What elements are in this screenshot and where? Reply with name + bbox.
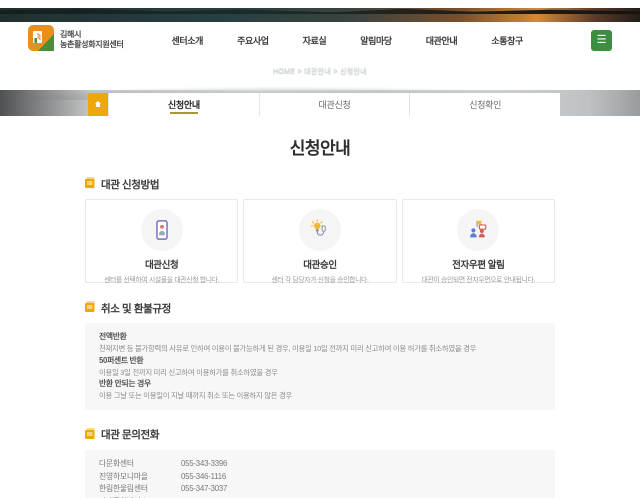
section-heading-label: 대관 문의전화 xyxy=(101,427,159,442)
card-rental-approval: 대관승인 센터 각 담당자가 신청을 승인합니다. xyxy=(243,199,396,283)
site-logo[interactable]: 김해시 농촌활성화지원센터 xyxy=(28,25,124,56)
home-tab-button[interactable] xyxy=(88,93,108,116)
document-icon xyxy=(85,426,96,444)
phone-row: 진영하모니마을 055-346-1116 xyxy=(99,471,541,484)
rule-desc: 이용일 3일 전까지 미리 신고하여 이용허가를 취소하였을 경우 xyxy=(99,367,541,378)
tab-application-check[interactable]: 신청확인 xyxy=(409,93,560,116)
bulb-plug-icon xyxy=(299,209,341,251)
section-heading: 취소 및 환불규정 xyxy=(85,299,555,317)
card-desc: 센터를 선택하여 시설물을 대관신청 합니다. xyxy=(92,274,231,284)
center-name: 다문화센터 xyxy=(99,458,181,471)
phone-number: 055-343-3396 xyxy=(181,458,227,471)
sub-tabbar: 신청안내 대관신청 신청확인 xyxy=(88,93,560,116)
section-refund-rules: 취소 및 환불규정 전액반환 천재지변 등 불가항력의 사유로 인하여 이용이 … xyxy=(85,299,555,410)
section-heading-label: 취소 및 환불규정 xyxy=(101,301,171,316)
breadcrumb: HOME > 대관안내 > 신청안내 xyxy=(0,66,640,76)
document-icon xyxy=(85,299,96,317)
hamburger-menu-button[interactable]: ☰ xyxy=(591,30,612,51)
section-heading-label: 대관 신청방법 xyxy=(101,177,159,192)
center-name: 한림한울림센터 xyxy=(99,483,181,496)
card-title: 대관신청 xyxy=(92,257,231,271)
top-banner-image-sliver xyxy=(0,8,640,22)
card-rental-application: 대관신청 센터를 선택하여 시설물을 대관신청 합니다. xyxy=(85,199,238,283)
section-heading: 대관 문의전화 xyxy=(85,426,555,444)
nav-item-center-intro[interactable]: 센터소개 xyxy=(172,34,204,47)
site-logo-text: 김해시 농촌활성화지원센터 xyxy=(60,30,124,50)
card-title: 전자우편 알림 xyxy=(409,257,548,271)
card-desc: 센터 각 담당자가 신청을 승인합니다. xyxy=(250,274,389,284)
card-title: 대관승인 xyxy=(250,257,389,271)
section-heading: 대관 신청방법 xyxy=(85,175,555,193)
nav-item-main-business[interactable]: 주요사업 xyxy=(237,34,269,47)
phone-number: 055-347-3037 xyxy=(181,483,227,496)
section-contact-phones: 대관 문의전화 다문화센터 055-343-3396 진영하모니마을 055-3… xyxy=(85,426,555,498)
rule-desc: 이용 그날 또는 이용일이 지날 때까지 취소 또는 이용하지 않은 경우 xyxy=(99,390,541,401)
page: 김해시 농촌활성화지원센터 센터소개 주요사업 자료실 알림마당 대관안내 소통… xyxy=(0,0,640,498)
rule-title: 전액반환 xyxy=(99,331,541,343)
nav-item-rental[interactable]: 대관안내 xyxy=(426,34,458,47)
people-flag-icon xyxy=(457,209,499,251)
page-title: 신청안내 xyxy=(85,134,555,159)
hero-banner: 대관안내 HOME > 대관안내 > 신청안내 신청안내 대관신청 신청확인 xyxy=(0,58,640,116)
nav-item-notices[interactable]: 알림마당 xyxy=(360,34,392,47)
card-email-notification: 전자우편 알림 대관이 승인되면 전자우편으로 안내됩니다. xyxy=(402,199,555,283)
method-cards: 대관신청 센터를 선택하여 시설물을 대관신청 합니다. 대관승인 xyxy=(85,199,555,283)
refund-rules-box: 전액반환 천재지변 등 불가항력의 사유로 인하여 이용이 불가능하게 된 경우… xyxy=(85,323,555,410)
mountain-silhouette xyxy=(0,8,640,14)
phone-number: 055-346-1116 xyxy=(181,471,226,484)
phone-row: 한림한울림센터 055-347-3037 xyxy=(99,483,541,496)
center-name: 진영하모니마을 xyxy=(99,471,181,484)
nav-item-resources[interactable]: 자료실 xyxy=(303,34,327,47)
rule-title: 반환 안되는 경우 xyxy=(99,378,541,390)
document-icon xyxy=(85,175,96,193)
site-header: 김해시 농촌활성화지원센터 센터소개 주요사업 자료실 알림마당 대관안내 소통… xyxy=(0,22,640,58)
house-logo-icon xyxy=(28,25,54,56)
main-nav: 센터소개 주요사업 자료실 알림마당 대관안내 소통창구 xyxy=(172,34,523,47)
rule-title: 50퍼센트 반환 xyxy=(99,355,541,367)
section-rental-method: 대관 신청방법 대관신청 센터를 선택하여 시설물을 대관신청 합니다. xyxy=(85,175,555,283)
contact-phones-box: 다문화센터 055-343-3396 진영하모니마을 055-346-1116 … xyxy=(85,450,555,498)
rule-desc: 천재지변 등 불가항력의 사유로 인하여 이용이 불가능하게 된 경우, 이용일… xyxy=(99,343,541,354)
tab-application-guide[interactable]: 신청안내 xyxy=(108,93,259,116)
nav-item-communication[interactable]: 소통창구 xyxy=(491,34,523,47)
main-content: 신청안내 대관 신청방법 xyxy=(85,134,555,498)
door-person-icon xyxy=(141,209,183,251)
phone-row: 다문화센터 055-343-3396 xyxy=(99,458,541,471)
tab-rental-application[interactable]: 대관신청 xyxy=(259,93,410,116)
card-desc: 대관이 승인되면 전자우편으로 안내됩니다. xyxy=(409,274,548,284)
